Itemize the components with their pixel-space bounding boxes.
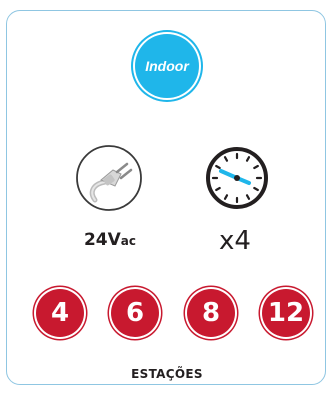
clock-icon: [205, 146, 269, 215]
power-voltage-unit: ac: [120, 234, 137, 248]
power-voltage-value: 24V: [83, 230, 121, 250]
power-voltage-label: 24Vac: [70, 230, 150, 250]
station-option-8: 8: [187, 289, 235, 337]
station-option-12: 12: [262, 289, 310, 337]
timer-multiplier-label: x4: [219, 226, 251, 256]
station-option-4: 4: [36, 289, 84, 337]
stations-label: ESTAÇÕES: [131, 367, 203, 381]
power-plug-icon: [75, 144, 143, 217]
indoor-badge: Indoor: [135, 34, 199, 98]
station-option-6: 6: [111, 289, 159, 337]
indoor-badge-label: Indoor: [145, 58, 189, 74]
station-options: 4 6 8 12: [0, 289, 334, 337]
